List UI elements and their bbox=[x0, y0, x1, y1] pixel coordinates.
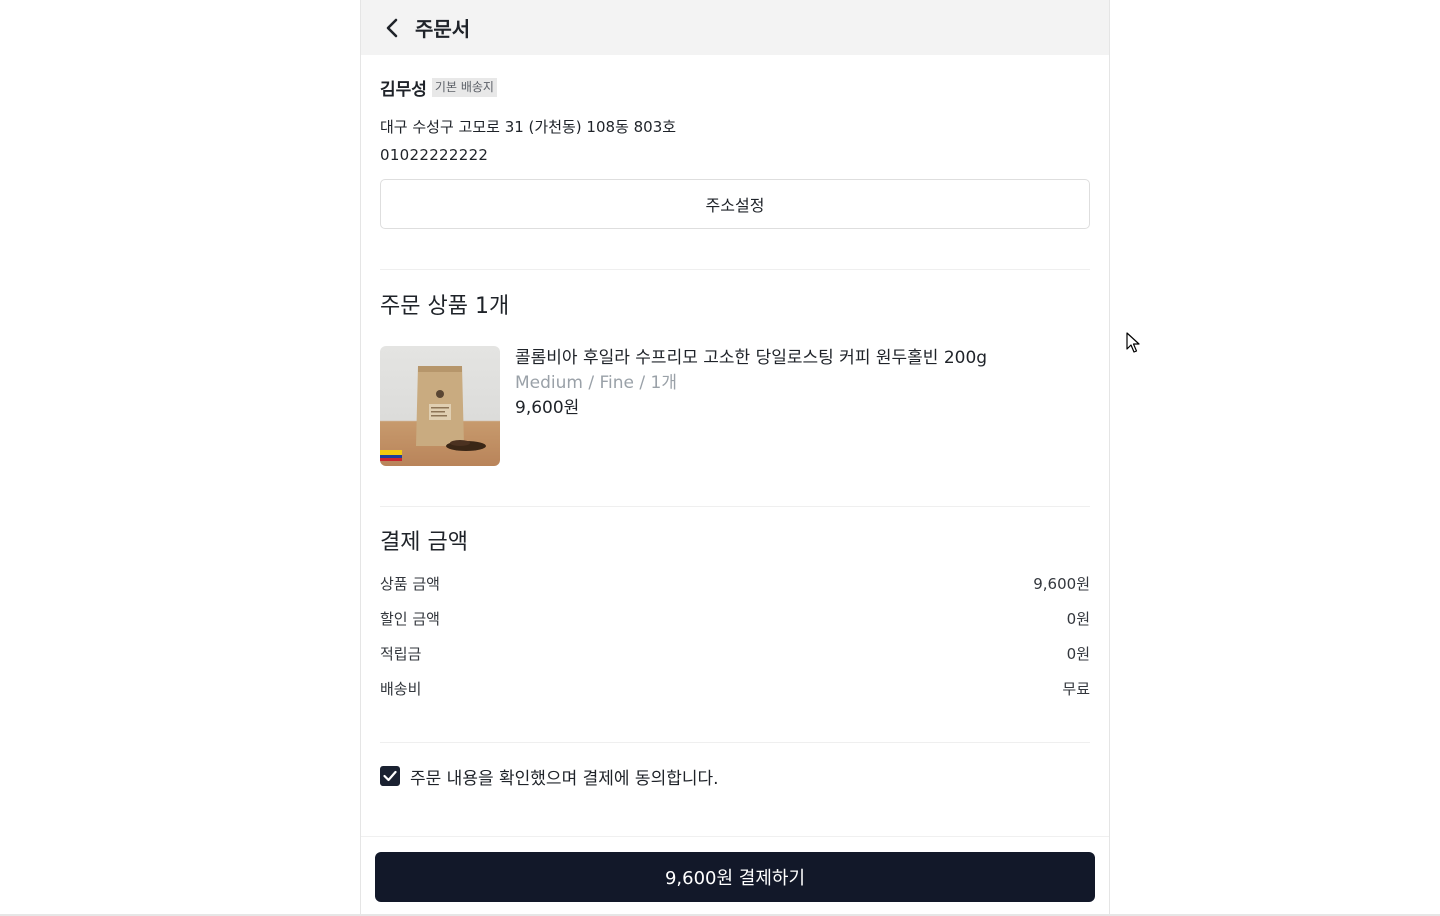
payment-row-value: 무료 bbox=[1062, 680, 1090, 698]
payment-row: 상품 금액 9,600원 bbox=[380, 566, 1090, 601]
payment-row: 할인 금액 0원 bbox=[380, 601, 1090, 636]
payment-row: 배송비 무료 bbox=[380, 671, 1090, 706]
back-arrow-icon[interactable] bbox=[381, 17, 403, 39]
divider bbox=[380, 742, 1090, 743]
checkmark-icon bbox=[383, 770, 397, 782]
order-item: 콜롬비아 후일라 수프리모 고소한 당일로스팅 커피 원두홀빈 200g Med… bbox=[380, 346, 1090, 466]
recipient-name: 김무성 bbox=[380, 79, 427, 100]
agreement-checkbox[interactable] bbox=[380, 766, 400, 786]
agreement-row: 주문 내용을 확인했으며 결제에 동의합니다. bbox=[380, 764, 1090, 789]
product-price: 9,600원 bbox=[515, 398, 580, 418]
agreement-label[interactable]: 주문 내용을 확인했으며 결제에 동의합니다. bbox=[410, 764, 719, 789]
page-title: 주문서 bbox=[415, 17, 471, 41]
mouse-cursor-icon bbox=[1126, 332, 1142, 358]
product-option: Medium / Fine / 1개 bbox=[515, 373, 677, 393]
order-items-title: 주문 상품 1개 bbox=[380, 294, 510, 319]
payment-row-label: 상품 금액 bbox=[380, 575, 440, 593]
address-line: 대구 수성구 고모로 31 (가천동) 108동 803호 bbox=[380, 118, 677, 136]
address-settings-button[interactable]: 주소설정 bbox=[380, 179, 1090, 229]
content: 김무성 기본 배송지 대구 수성구 고모로 31 (가천동) 108동 803호… bbox=[361, 55, 1109, 789]
divider bbox=[380, 269, 1090, 270]
payment-row-value: 0원 bbox=[1066, 645, 1090, 663]
order-item-info: 콜롬비아 후일라 수프리모 고소한 당일로스팅 커피 원두홀빈 200g Med… bbox=[515, 346, 987, 466]
payment-row-value: 9,600원 bbox=[1033, 575, 1090, 593]
product-name: 콜롬비아 후일라 수프리모 고소한 당일로스팅 커피 원두홀빈 200g bbox=[515, 348, 988, 368]
payment-row-label: 할인 금액 bbox=[380, 610, 440, 628]
payment-footer: 9,600원 결제하기 bbox=[361, 836, 1109, 916]
address-name-row: 김무성 기본 배송지 bbox=[380, 77, 1090, 100]
pay-button[interactable]: 9,600원 결제하기 bbox=[375, 852, 1095, 902]
payment-title: 결제 금액 bbox=[380, 530, 468, 555]
divider bbox=[380, 506, 1090, 507]
payment-summary: 상품 금액 9,600원 할인 금액 0원 적립금 0원 배송비 무료 bbox=[380, 566, 1090, 706]
coffee-bag-image bbox=[380, 346, 500, 466]
order-page: 주문서 김무성 기본 배송지 대구 수성구 고모로 31 (가천동) 108동 … bbox=[360, 0, 1110, 916]
default-address-badge: 기본 배송지 bbox=[431, 77, 497, 97]
payment-row: 적립금 0원 bbox=[380, 636, 1090, 671]
payment-row-label: 적립금 bbox=[380, 645, 422, 663]
header: 주문서 bbox=[361, 0, 1109, 55]
payment-row-label: 배송비 bbox=[380, 680, 422, 698]
phone-number: 01022222222 bbox=[380, 146, 489, 164]
payment-row-value: 0원 bbox=[1066, 610, 1090, 628]
shipping-address: 김무성 기본 배송지 대구 수성구 고모로 31 (가천동) 108동 803호… bbox=[380, 55, 1090, 229]
